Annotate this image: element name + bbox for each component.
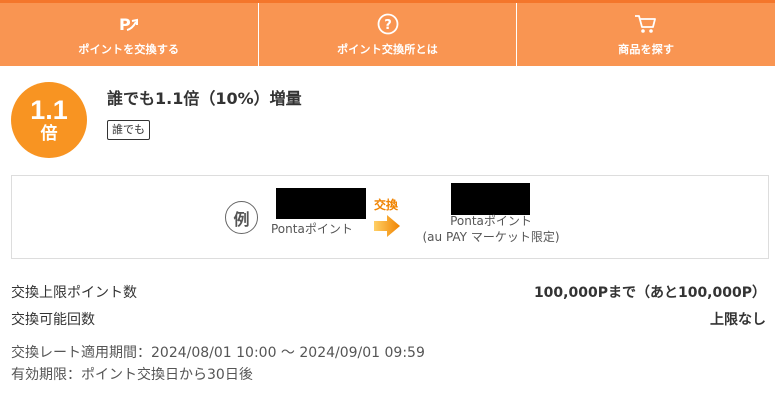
top-nav: P ポイントを交換する ? ポイント交換所とは 商品を探す <box>0 0 775 66</box>
source-point-label: Pontaポイント <box>271 222 353 236</box>
question-circle-icon: ? <box>376 12 400 36</box>
multiplier-unit: 倍 <box>40 124 58 144</box>
target-point-label: Pontaポイント <box>450 214 532 228</box>
exchange-count-label: 交換可能回数 <box>11 312 95 328</box>
multiplier-number: 1.1 <box>30 95 68 125</box>
nav-item-exchange-points[interactable]: P ポイントを交換する <box>0 0 258 66</box>
nav-item-label: ポイントを交換する <box>78 42 180 56</box>
target-point-image-redacted <box>451 183 530 215</box>
exchange-limit-label: 交換上限ポイント数 <box>11 285 137 301</box>
nav-item-label: ポイント交換所とは <box>337 42 438 56</box>
exchange-limit-value: 100,000Pまで（あと100,000P） <box>533 285 766 301</box>
exchange-label: 交換 <box>374 198 399 212</box>
eligibility-tag: 誰でも <box>107 120 150 140</box>
nav-item-label: 商品を探す <box>618 42 675 56</box>
exchange-example-box: 例 Pontaポイント 交換 Pontaポイント (au PAY マーケット限定… <box>11 175 769 259</box>
multiplier-badge: 1.1 倍 <box>11 82 87 158</box>
exchange-count-value: 上限なし <box>710 312 766 328</box>
point-exchange-icon: P <box>117 12 141 36</box>
nav-item-about[interactable]: ? ポイント交換所とは <box>257 0 517 66</box>
example-mark: 例 <box>225 201 258 234</box>
cart-icon <box>634 12 658 36</box>
nav-item-search-products[interactable]: 商品を探す <box>516 0 775 66</box>
svg-text:?: ? <box>384 18 392 33</box>
target-point-sublabel: (au PAY マーケット限定) <box>422 230 560 244</box>
rate-period-note: 交換レート適用期間：2024/08/01 10:00 〜 2024/09/01 … <box>11 345 425 361</box>
expiry-note: 有効期限：ポイント交換日から30日後 <box>11 367 253 383</box>
svg-text:P: P <box>119 15 131 34</box>
offer-title: 誰でも1.1倍（10%）増量 <box>107 89 302 108</box>
source-point-image-redacted <box>276 188 366 219</box>
exchange-arrow-icon <box>374 215 400 237</box>
nav-top-border <box>0 0 775 3</box>
